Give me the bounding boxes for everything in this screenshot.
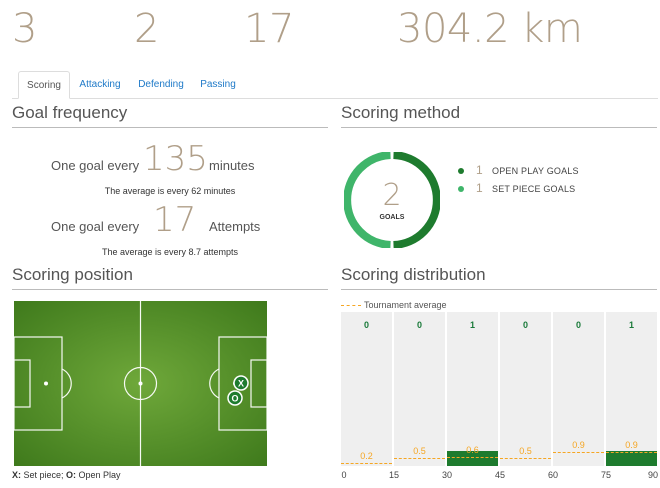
average-value-label: 0.9 [625,440,638,451]
goal-count-label: 0 [363,320,369,330]
average-value-label: 0.5 [519,446,532,457]
goal-count-label: 1 [469,320,475,330]
attempts-unit-label: Attempts [209,219,261,234]
distribution-column: 0 0.2 [341,312,392,466]
x-tick-label: 0 [341,470,347,480]
section-title-scoring-distribution: Scoring distribution [341,265,657,290]
average-line [606,452,657,454]
open-play-label: OPEN PLAY GOALS [492,166,579,176]
total-goals-label: GOALS [379,214,405,221]
goal-count-label: 0 [575,320,581,330]
goal-marker-symbol: X [238,379,244,389]
average-value-label: 0.6 [466,444,479,455]
open-play-count: 1 [476,163,483,177]
stat-value: 3 [12,6,37,52]
average-line [341,462,392,464]
average-line [394,458,445,460]
minutes-average-note: The average is every 62 minutes [104,186,236,196]
goal-count-label: 1 [628,320,634,330]
minutes-unit-label: minutes [209,158,255,173]
x-tick-label: 60 [547,470,559,480]
set-piece-label: SET PIECE GOALS [492,184,576,194]
goal-count-label: 0 [522,320,528,330]
average-line [447,456,498,458]
set-piece-count: 1 [476,181,483,195]
stat-value: 2 [134,6,159,52]
average-value-label: 0.9 [572,440,585,451]
attempts-average-note: The average is every 8.7 attempts [101,247,239,257]
average-value-label: 0.5 [413,446,426,457]
goal-count-label: 0 [416,320,422,330]
scoring-distribution-chart: Tournament average 0 0.2 0 0.5 1 0.6 0 0.5 0 0.9 1… [341,298,659,488]
scoring-position-pitch: X O [14,301,267,466]
section-title-scoring-position: Scoring position [12,265,328,290]
average-value-label: 0.2 [360,450,373,461]
x-tick-label: 30 [441,470,453,480]
goal-marker-open-play[interactable]: O [227,390,243,406]
distribution-column: 0 0.5 [394,312,445,466]
goal-marker-symbol: O [231,394,238,404]
goal-marker-set-piece[interactable]: X [233,375,249,391]
pitch-caption: X: Set piece; O: Open Play [12,470,121,480]
open-play-dot-icon [458,168,464,174]
x-tick-label: 45 [494,470,506,480]
legend-label: Tournament average [364,300,447,310]
average-line-swatch-icon [341,305,361,307]
tab-bar: Scoring Attacking Defending Passing [12,71,658,99]
goal-frequency-label: One goal every [51,158,140,173]
section-title-goal-frequency: Goal frequency [12,103,328,128]
distribution-column: 1 0.6 [447,312,498,466]
attempts-per-goal-value: 17 [153,200,197,240]
x-tick-label: 90 [647,470,659,480]
set-piece-dot-icon [458,186,464,192]
distribution-column: 0 0.9 [553,312,604,466]
section-title-scoring-method: Scoring method [341,103,657,128]
tab-scoring[interactable]: Scoring [18,71,70,99]
tab-attacking[interactable]: Attacking [76,71,124,99]
x-tick-label: 75 [600,470,612,480]
average-line [500,458,551,460]
tab-defending[interactable]: Defending [136,71,186,99]
stat-value: 17 [244,6,294,52]
average-line [553,452,604,454]
chart-legend: Tournament average [341,300,447,310]
distribution-column: 1 0.9 [606,312,657,466]
total-goals-value: 2 [382,178,402,213]
tab-passing[interactable]: Passing [198,71,238,99]
goal-frequency-label: One goal every [51,219,140,234]
distribution-column: 0 0.5 [500,312,551,466]
minutes-per-goal-value: 135 [143,139,208,179]
stat-value: 304.2 km [397,6,583,52]
x-tick-label: 15 [388,470,400,480]
